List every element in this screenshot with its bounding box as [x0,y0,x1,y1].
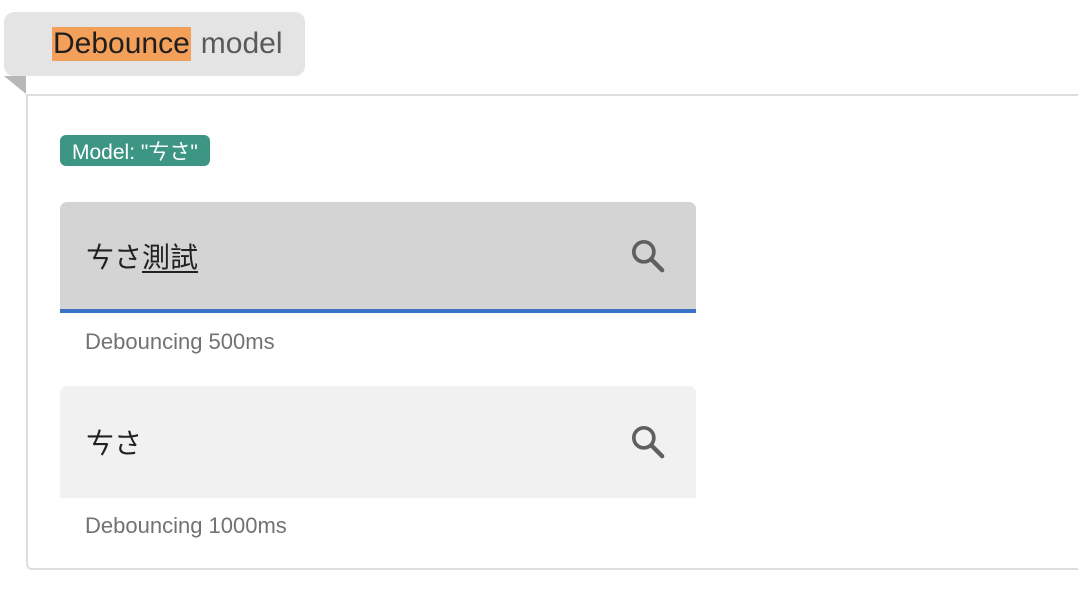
input-composing-text: 測試 [142,240,199,274]
search-input-1000ms[interactable]: ㄘさ [86,422,626,462]
search-input-500ms[interactable]: ㄘさ測試 [86,236,626,276]
model-badge: Model: "ㄘさ" [60,135,210,166]
input-text: ㄘさ [86,427,143,460]
title-ribbon-fold [4,76,26,94]
helper-text-500ms: Debouncing 500ms [85,329,275,354]
search-icon[interactable] [626,420,670,464]
input-text: ㄘさ [86,240,143,274]
search-field-1000ms[interactable]: ㄘさ [60,386,696,498]
title-highlight: Debounce [52,27,191,61]
title-ribbon: Debounce model [4,12,305,76]
search-icon[interactable] [626,234,670,278]
title-text: model [200,27,283,60]
search-field-500ms[interactable]: ㄘさ測試 [60,202,696,313]
helper-text-1000ms: Debouncing 1000ms [85,513,287,538]
